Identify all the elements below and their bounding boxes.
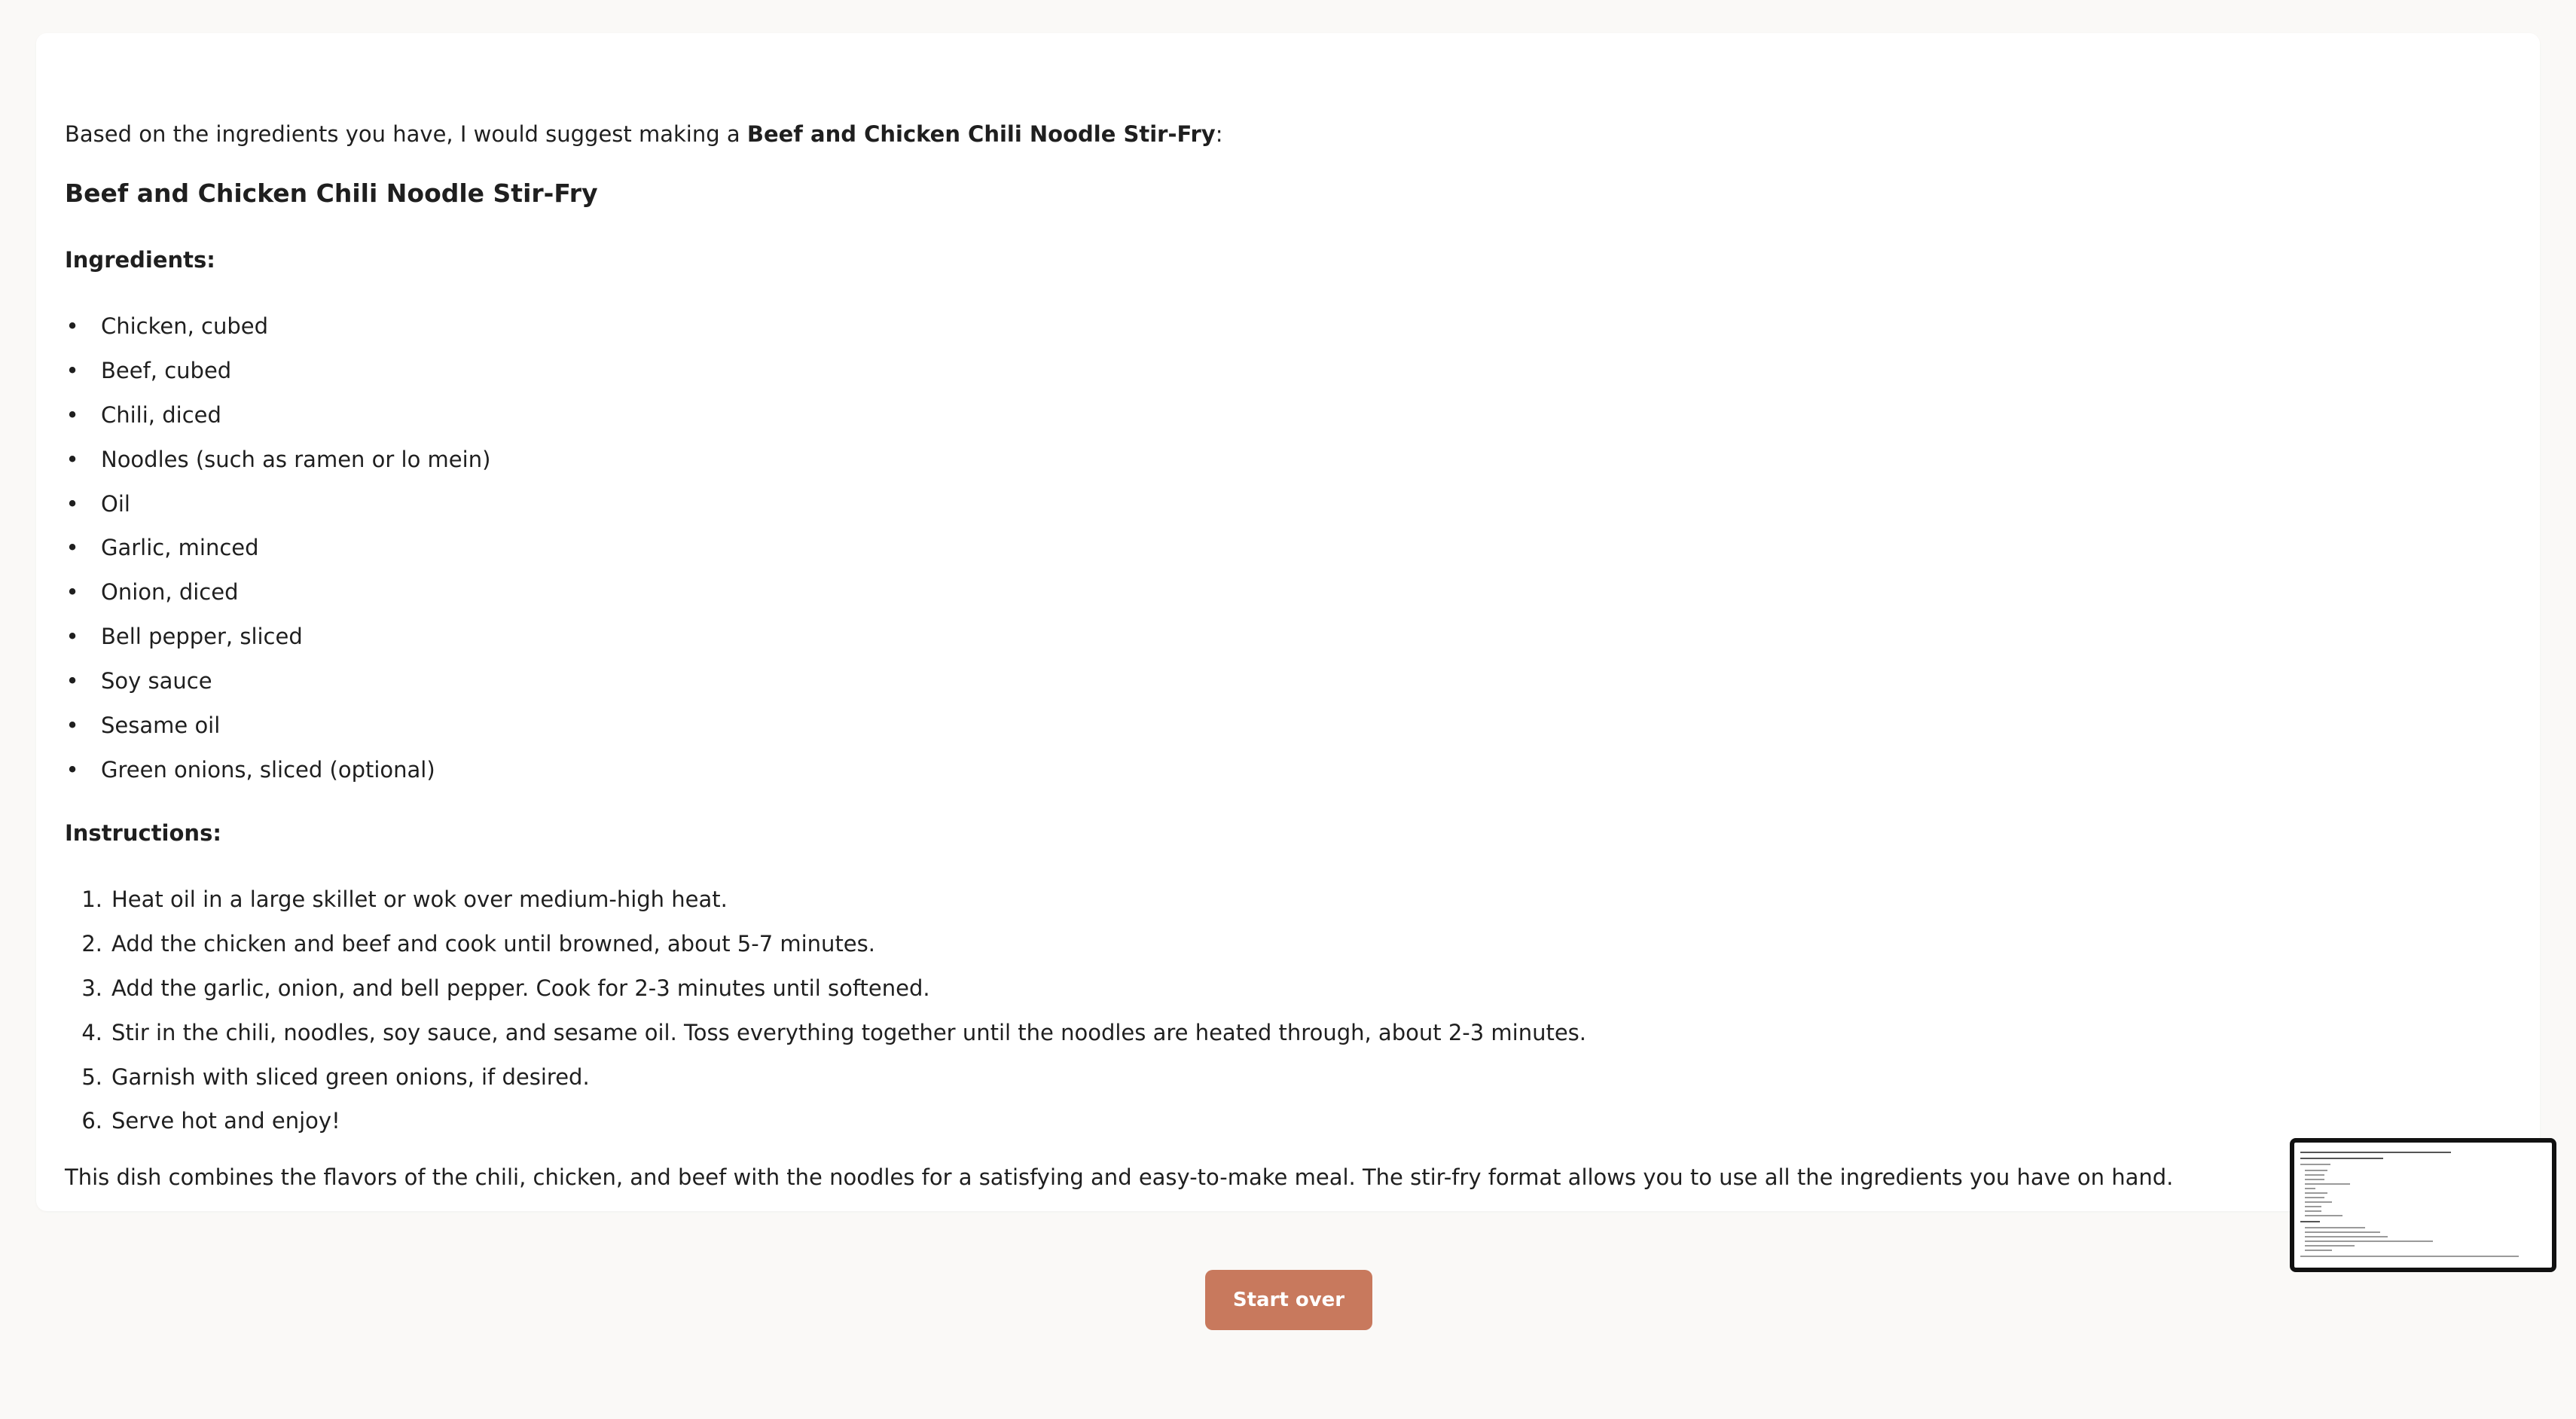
bullet-icon: • <box>66 313 79 339</box>
intro-text: Based on the ingredients you have, I wou… <box>65 119 1222 149</box>
page-thumbnail-preview[interactable] <box>2290 1138 2556 1272</box>
thumbnail-line <box>2305 1174 2324 1176</box>
thumbnail-line <box>2305 1197 2324 1198</box>
thumbnail-line <box>2305 1245 2355 1247</box>
recipe-title: Beef and Chicken Chili Noodle Stir-Fry <box>65 179 598 208</box>
thumbnail-line <box>2305 1170 2327 1171</box>
step-number: 4. <box>81 1019 102 1045</box>
response-card: Based on the ingredients you have, I wou… <box>36 33 2540 1211</box>
thumbnail-line <box>2305 1201 2332 1203</box>
thumbnail-line <box>2300 1256 2519 1257</box>
bullet-icon: • <box>66 490 79 517</box>
bullet-icon: • <box>66 713 79 739</box>
thumbnail-line <box>2305 1192 2327 1194</box>
bullet-icon: • <box>66 624 79 650</box>
thumbnail-line <box>2305 1236 2388 1237</box>
intro-recipe-name: Beef and Chicken Chili Noodle Stir-Fry <box>746 121 1216 147</box>
thumbnail-line <box>2305 1250 2332 1251</box>
thumbnail-line <box>2305 1183 2350 1185</box>
ingredients-heading: Ingredients: <box>65 247 215 273</box>
step-number: 3. <box>81 975 102 1001</box>
intro-suffix: : <box>1215 121 1223 147</box>
intro-prefix: Based on the ingredients you have, I wou… <box>65 121 747 147</box>
thumbnail-line <box>2305 1227 2365 1228</box>
bullet-icon: • <box>66 756 79 783</box>
closing-text: This dish combines the flavors of the ch… <box>65 1164 2174 1190</box>
thumbnail-line <box>2300 1152 2451 1153</box>
bullet-icon: • <box>66 357 79 383</box>
thumbnail-line <box>2305 1210 2321 1212</box>
thumbnail-line <box>2300 1164 2330 1165</box>
step-number: 2. <box>81 930 102 957</box>
thumbnail-line <box>2305 1231 2380 1233</box>
instructions-heading: Instructions: <box>65 820 221 846</box>
step-number: 1. <box>81 886 102 912</box>
thumbnail-line <box>2305 1188 2315 1189</box>
bullet-icon: • <box>66 401 79 428</box>
thumbnail-line <box>2305 1179 2324 1180</box>
thumbnail-line <box>2305 1215 2343 1216</box>
start-over-button[interactable]: Start over <box>1205 1270 1372 1330</box>
thumbnail-line <box>2305 1206 2321 1207</box>
step-number: 6. <box>81 1108 102 1134</box>
bullet-icon: • <box>66 579 79 606</box>
bullet-icon: • <box>66 446 79 472</box>
step-number: 5. <box>81 1063 102 1090</box>
thumbnail-line <box>2300 1221 2320 1222</box>
bullet-icon: • <box>66 535 79 561</box>
thumbnail-line <box>2305 1240 2433 1242</box>
thumbnail-line <box>2300 1158 2383 1159</box>
bullet-icon: • <box>66 668 79 694</box>
